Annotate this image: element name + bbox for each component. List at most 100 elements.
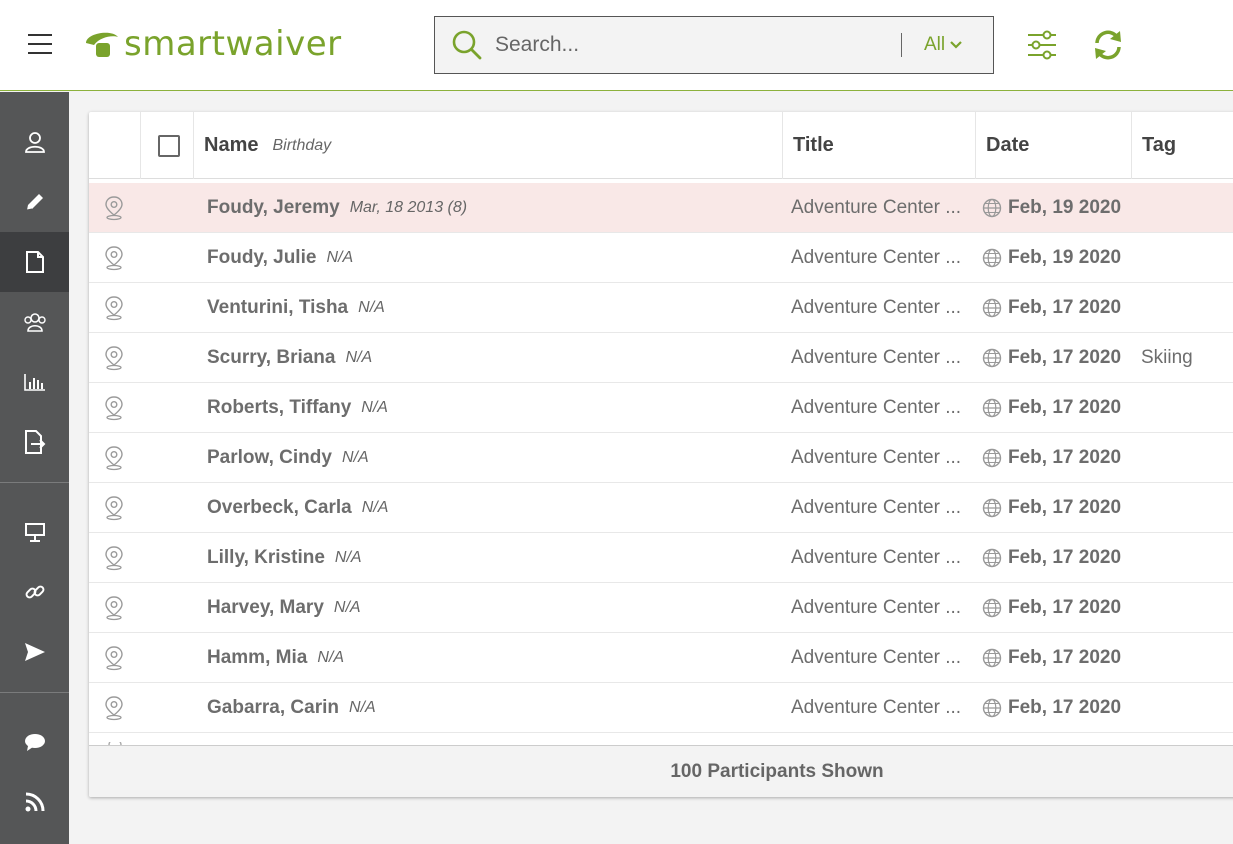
name-cell: Roberts, Tiffany N/A bbox=[207, 383, 388, 433]
search-bar: All bbox=[434, 16, 994, 74]
header-date-column[interactable]: Date bbox=[976, 112, 1132, 179]
date-cell: Feb, 17 2020 bbox=[982, 333, 1121, 383]
column-header-birthday[interactable]: Birthday bbox=[272, 137, 331, 155]
table-row[interactable]: Foudy, Julie N/A Adventure Center ... Fe… bbox=[89, 233, 1233, 283]
participant-name[interactable]: Hamm, Mia bbox=[207, 647, 307, 669]
location-pin-icon bbox=[105, 346, 123, 371]
name-cell: Venturini, Tisha N/A bbox=[207, 283, 385, 333]
select-all-checkbox[interactable] bbox=[158, 134, 180, 157]
header-select-column bbox=[141, 112, 194, 179]
sidebar-item-sign[interactable] bbox=[0, 172, 69, 232]
signed-date: Feb, 17 2020 bbox=[1008, 347, 1122, 368]
globe-icon bbox=[982, 498, 1002, 518]
column-header-date[interactable]: Date bbox=[986, 134, 1029, 157]
brand-name: smartwaiver bbox=[124, 24, 342, 64]
column-header-title[interactable]: Title bbox=[793, 134, 834, 157]
location-cell bbox=[103, 533, 127, 583]
sidebar-item-groups[interactable] bbox=[0, 292, 69, 352]
name-cell: Parlow, Cindy N/A bbox=[207, 433, 369, 483]
participant-name[interactable]: Parlow, Cindy bbox=[207, 447, 332, 469]
table-row[interactable]: Gabarra, Carin N/A Adventure Center ... … bbox=[89, 683, 1233, 733]
header-tag-column[interactable]: Tag bbox=[1132, 112, 1233, 179]
signed-date: Feb, 19 2020 bbox=[1008, 197, 1122, 218]
table-row[interactable]: Scurry, Briana N/A Adventure Center ... … bbox=[89, 333, 1233, 383]
hamburger-icon[interactable] bbox=[28, 34, 52, 56]
participant-name[interactable]: Venturini, Tisha bbox=[207, 297, 348, 319]
table-row[interactable]: Hamm, Mia N/A Adventure Center ... Feb, … bbox=[89, 633, 1233, 683]
header-location-column bbox=[89, 112, 141, 179]
globe-icon bbox=[982, 448, 1002, 468]
participant-name[interactable]: Overbeck, Carla bbox=[207, 497, 352, 519]
sidebar bbox=[0, 92, 69, 844]
globe-icon bbox=[982, 298, 1002, 318]
search-icon[interactable] bbox=[451, 29, 483, 61]
location-cell bbox=[103, 683, 127, 733]
waiver-title: Adventure Center ... bbox=[791, 647, 962, 668]
kiosk-icon bbox=[24, 523, 45, 542]
table-row[interactable]: Parlow, Cindy N/A Adventure Center ... F… bbox=[89, 433, 1233, 483]
name-cell: Gabarra, Carin N/A bbox=[207, 683, 376, 733]
participant-name[interactable]: Lilly, Kristine bbox=[207, 547, 325, 569]
waiver-title: Adventure Center ... bbox=[791, 447, 962, 468]
participant-birthday: N/A bbox=[326, 249, 354, 266]
sidebar-item-links[interactable] bbox=[0, 562, 69, 622]
tag-cell: Skiing bbox=[1141, 347, 1193, 368]
table-row[interactable]: Venturini, Tisha N/A Adventure Center ..… bbox=[89, 283, 1233, 333]
sidebar-item-feed[interactable] bbox=[0, 772, 69, 832]
participant-birthday: N/A bbox=[345, 349, 373, 366]
refresh-icon[interactable] bbox=[1091, 28, 1125, 62]
waiver-title: Adventure Center ... bbox=[791, 697, 962, 718]
table-row[interactable]: Overbeck, Carla N/A Adventure Center ...… bbox=[89, 483, 1233, 533]
search-filter-dropdown[interactable]: All bbox=[924, 34, 962, 56]
logo[interactable]: smartwaiver bbox=[82, 24, 342, 64]
sidebar-item-reports[interactable] bbox=[0, 352, 69, 412]
participant-name[interactable]: Harvey, Mary bbox=[207, 597, 324, 619]
date-cell: Feb, 17 2020 bbox=[982, 283, 1121, 333]
location-cell bbox=[103, 483, 127, 533]
table-row[interactable]: Foudy, Jeremy Mar, 18 2013 (8) Adventure… bbox=[89, 183, 1233, 233]
location-pin-icon bbox=[105, 196, 123, 221]
location-pin-icon bbox=[105, 396, 123, 421]
sidebar-item-kiosk[interactable] bbox=[0, 502, 69, 562]
participant-birthday: N/A bbox=[358, 299, 385, 316]
participant-name[interactable]: Foudy, Julie bbox=[207, 247, 316, 269]
participants-count: 100 Participants Shown bbox=[670, 760, 884, 782]
sidebar-item-export[interactable] bbox=[0, 412, 69, 472]
participant-name[interactable]: Gabarra, Carin bbox=[207, 697, 339, 719]
signed-date: Feb, 17 2020 bbox=[1008, 447, 1122, 468]
signed-date: Feb, 17 2020 bbox=[1008, 547, 1122, 568]
column-header-name[interactable]: Name bbox=[204, 134, 258, 157]
table-row[interactable]: Roberts, Tiffany N/A Adventure Center ..… bbox=[89, 383, 1233, 433]
header-name-column[interactable]: Name Birthday bbox=[194, 112, 783, 179]
name-cell: Foudy, Jeremy Mar, 18 2013 (8) bbox=[207, 183, 467, 233]
globe-icon bbox=[982, 398, 1002, 418]
table-row[interactable]: Lilly, Kristine N/A Adventure Center ...… bbox=[89, 533, 1233, 583]
column-header-tag[interactable]: Tag bbox=[1142, 134, 1176, 157]
participant-name[interactable]: Foudy, Jeremy bbox=[207, 197, 340, 219]
globe-icon bbox=[982, 348, 1002, 368]
search-filter-label: All bbox=[924, 34, 946, 55]
search-input[interactable] bbox=[495, 33, 885, 57]
date-cell: Feb, 17 2020 bbox=[982, 383, 1121, 433]
participants-table: Name Birthday Title Date Tag Foudy, Jere… bbox=[89, 112, 1233, 797]
sliders-icon[interactable] bbox=[1025, 28, 1059, 62]
location-cell bbox=[103, 583, 127, 633]
globe-icon bbox=[982, 548, 1002, 568]
header-title-column[interactable]: Title bbox=[783, 112, 976, 179]
sidebar-item-send[interactable] bbox=[0, 622, 69, 682]
name-cell: Overbeck, Carla N/A bbox=[207, 483, 388, 533]
location-cell bbox=[103, 333, 127, 383]
export-icon bbox=[24, 430, 45, 454]
participant-name[interactable]: Roberts, Tiffany bbox=[207, 397, 351, 419]
name-cell: Lilly, Kristine N/A bbox=[207, 533, 362, 583]
sidebar-item-waivers[interactable] bbox=[0, 232, 69, 292]
user-icon bbox=[24, 132, 45, 153]
sidebar-item-chat[interactable] bbox=[0, 712, 69, 772]
search-divider bbox=[901, 33, 902, 57]
participant-name[interactable]: Scurry, Briana bbox=[207, 347, 335, 369]
sidebar-divider bbox=[0, 482, 69, 483]
table-row[interactable]: Harvey, Mary N/A Adventure Center ... Fe… bbox=[89, 583, 1233, 633]
sidebar-item-participants[interactable] bbox=[0, 112, 69, 172]
name-cell: Hamm, Mia N/A bbox=[207, 633, 344, 683]
top-bar: smartwaiver All bbox=[0, 0, 1233, 91]
